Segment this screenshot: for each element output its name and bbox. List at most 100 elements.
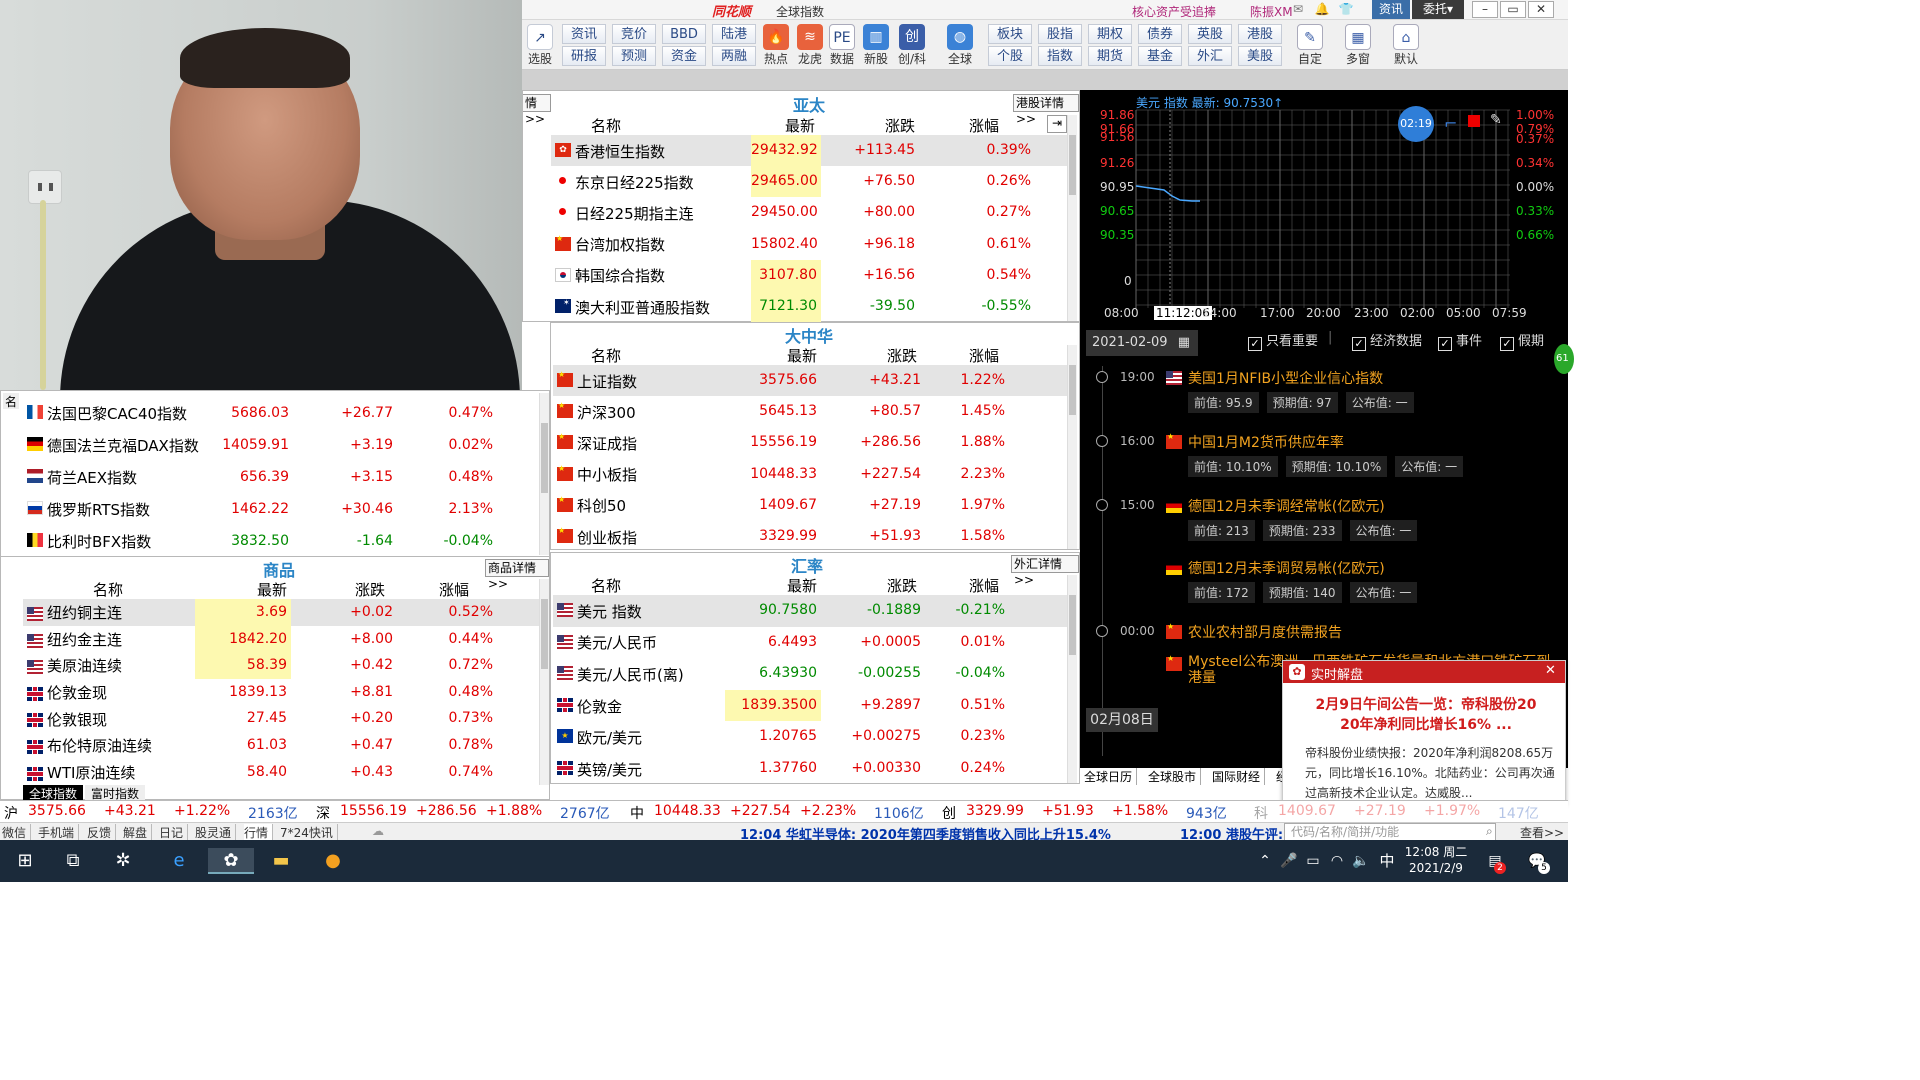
asia-row[interactable]: 东京日经225指数 29465.00 +76.50 0.26% <box>551 166 1067 198</box>
user-name[interactable]: 陈振XM <box>1250 3 1293 20</box>
file-explorer-icon[interactable]: ▬ <box>266 848 296 874</box>
status-item[interactable]: 7*24快讯 <box>280 824 338 841</box>
toolbar-right-2[interactable]: ⌂ 默认 <box>1388 24 1424 68</box>
filter-events[interactable]: ✓ 事件 <box>1438 330 1482 351</box>
asia-row[interactable]: 澳大利亚普通股指数 7121.30 -39.50 -0.55% <box>551 291 1067 323</box>
forex-row[interactable]: 伦敦金 1839.3500 +9.2897 0.51% <box>553 689 1067 722</box>
calendar-date-picker[interactable]: 2021-02-09 ▦ <box>1086 330 1198 356</box>
toolbar-btn-2-top[interactable]: BBD <box>662 24 706 44</box>
popup-headline[interactable]: 2月9日午间公告一览：帝科股份20 20年净利同比增长16% ... <box>1313 695 1539 735</box>
mail-icon[interactable]: ✉ <box>1290 2 1306 16</box>
status-item[interactable]: 行情 <box>244 824 274 841</box>
toolbar-icon-button-1[interactable]: ≋ 龙虎 <box>792 24 828 68</box>
filter-important[interactable]: ✓ 只看重要 <box>1248 330 1318 351</box>
bell-icon[interactable]: 🔔 <box>1314 2 1330 16</box>
toolbar2-btn-2-bot[interactable]: 期货 <box>1088 46 1132 66</box>
europe-row[interactable]: 比利时BFX指数 3832.50 -1.64 -0.04% <box>23 525 539 557</box>
close-button[interactable]: ✕ <box>1528 1 1554 18</box>
toolbar2-btn-5-top[interactable]: 港股 <box>1238 24 1282 44</box>
filter-holidays[interactable]: ✓ 假期 <box>1500 330 1544 351</box>
toolbar2-btn-0-bot[interactable]: 个股 <box>988 46 1032 66</box>
edge-browser-icon[interactable]: e <box>164 848 194 874</box>
toolbar2-btn-2-top[interactable]: 期权 <box>1088 24 1132 44</box>
asia-row[interactable]: 韩国综合指数 3107.80 +16.56 0.54% <box>551 259 1067 291</box>
event-title[interactable]: 中国1月M2货币供应年率 <box>1188 432 1344 452</box>
asia-row[interactable]: ✿ 香港恒生指数 29432.92 +113.45 0.39% <box>551 135 1067 167</box>
shirt-icon[interactable]: 👕 <box>1338 2 1354 16</box>
tab-ftse-index[interactable]: 富时指数 <box>85 785 145 801</box>
commodities-row[interactable]: 伦敦金现 1839.13 +8.81 0.48% <box>23 679 539 706</box>
windows-start-icon[interactable]: ⊞ <box>10 848 40 874</box>
toolbar2-btn-3-bot[interactable]: 基金 <box>1138 46 1182 66</box>
ad-link[interactable]: 核心资产受追捧 <box>1132 3 1216 20</box>
asia-left-more-link[interactable]: 情>> <box>523 94 551 126</box>
forex-row[interactable]: 美元/人民币(离) 6.43930 -0.00255 -0.04% <box>553 658 1067 690</box>
search-input[interactable]: 代码/名称/简拼/功能 <box>1284 823 1496 841</box>
side-badge[interactable]: 61 <box>1554 344 1574 374</box>
clock[interactable]: 12:08 周二 2021/2/9 <box>1404 844 1468 876</box>
tab-global-index[interactable]: 全球指数 <box>23 785 83 801</box>
hk-details-link[interactable]: 港股详情>> <box>1013 94 1079 126</box>
status-item[interactable]: 股灵通 <box>195 824 237 841</box>
ticker-value[interactable]: 10448.33 <box>654 803 721 819</box>
toolbar2-btn-5-bot[interactable]: 美股 <box>1238 46 1282 66</box>
qq-icon[interactable]: ● <box>318 848 348 874</box>
status-item[interactable]: 手机端 <box>38 824 80 841</box>
fx-scrollbar[interactable] <box>1067 575 1077 783</box>
trade-button[interactable]: 委托▾ <box>1412 0 1464 19</box>
minimize-button[interactable]: – <box>1472 1 1498 18</box>
status-item[interactable]: 微信 <box>2 824 32 841</box>
toolbar-btn-2-bot[interactable]: 资金 <box>662 46 706 66</box>
ticker-value[interactable]: 3575.66 <box>28 803 86 819</box>
task-view-icon[interactable]: ⧉ <box>58 848 88 874</box>
toolbar2-btn-1-top[interactable]: 股指 <box>1038 24 1082 44</box>
asia-row[interactable]: 日经225期指主连 29450.00 +80.00 0.27% <box>551 197 1067 228</box>
forex-row[interactable]: 英镑/美元 1.37760 +0.00330 0.24% <box>553 753 1067 785</box>
app-swirl-icon[interactable]: ✲ <box>108 848 138 874</box>
forex-details-link[interactable]: 外汇详情>> <box>1011 555 1079 587</box>
tab-global-calendar[interactable]: 全球日历 <box>1084 768 1138 785</box>
view-link[interactable]: 查看>> <box>1520 824 1564 841</box>
toolbar-btn-0-top[interactable]: 资讯 <box>562 24 606 44</box>
europe-row[interactable]: 荷兰AEX指数 656.39 +3.15 0.48% <box>23 461 539 493</box>
event-title[interactable]: 农业农村部月度供需报告 <box>1188 622 1342 642</box>
greater_china-row[interactable]: 创业板指 3329.99 +51.93 1.58% <box>553 521 1067 552</box>
commodities-row[interactable]: 布伦特原油连续 61.03 +0.47 0.78% <box>23 732 539 759</box>
toolbar2-btn-0-top[interactable]: 板块 <box>988 24 1032 44</box>
toolbar-right-1[interactable]: ▦ 多窗 <box>1340 24 1376 68</box>
greater_china-row[interactable]: 中小板指 10448.33 +227.54 2.23% <box>553 459 1067 490</box>
maximize-button[interactable]: ▭ <box>1500 1 1526 18</box>
toolbar2-btn-4-top[interactable]: 英股 <box>1188 24 1232 44</box>
toolbar-btn-1-bot[interactable]: 预测 <box>612 46 656 66</box>
forex-row[interactable]: 美元/人民币 6.4493 +0.0005 0.01% <box>553 627 1067 659</box>
greater_china-row[interactable]: 沪深300 5645.13 +80.57 1.45% <box>553 396 1067 427</box>
toolbar-btn-3-bot[interactable]: 两融 <box>712 46 756 66</box>
eu-scrollbar[interactable] <box>539 393 549 555</box>
prev-date-label[interactable]: 02月08日 <box>1086 708 1158 732</box>
commodities-details-link[interactable]: 商品详情>> <box>485 559 549 591</box>
toolbar-btn-0-bot[interactable]: 研报 <box>562 46 606 66</box>
status-item[interactable]: 解盘 <box>123 824 153 841</box>
line-tool-icon[interactable]: ⌐ <box>1444 114 1457 133</box>
toolbar-icon-button-0[interactable]: 🔥 热点 <box>758 24 794 68</box>
select-stock-button[interactable]: ↗ 选股 <box>522 24 558 68</box>
expand-icon[interactable]: ⇥ <box>1047 115 1067 133</box>
commodities-row[interactable]: 伦敦银现 27.45 +0.20 0.73% <box>23 705 539 732</box>
popup-close-icon[interactable]: ✕ <box>1545 663 1556 678</box>
commodities-row[interactable]: WTI原油连续 58.40 +0.43 0.74% <box>23 759 539 786</box>
ticker-value[interactable]: 15556.19 <box>340 803 407 819</box>
commodities-row[interactable]: 纽约铜主连 3.69 +0.02 0.52% <box>23 599 539 626</box>
timer-badge[interactable]: 02:19 <box>1398 106 1434 142</box>
greater_china-row[interactable]: 深证成指 15556.19 +286.56 1.88% <box>553 427 1067 458</box>
news-button[interactable]: 资讯 <box>1372 0 1410 19</box>
pen-icon[interactable]: ✎ <box>1490 112 1502 128</box>
commodities-row[interactable]: 纽约金主连 1842.20 +8.00 0.44% <box>23 625 539 653</box>
toolbar-icon-button-3[interactable]: ▥ 新股 <box>858 24 894 68</box>
forex-row[interactable]: ★ 欧元/美元 1.20765 +0.00275 0.23% <box>553 721 1067 753</box>
status-item[interactable]: 日记 <box>159 824 189 841</box>
ticker-value[interactable]: 1409.67 <box>1278 803 1336 819</box>
toolbar-btn-1-top[interactable]: 竞价 <box>612 24 656 44</box>
ticker-value[interactable]: 3329.99 <box>966 803 1024 819</box>
stop-record-icon[interactable] <box>1468 115 1480 127</box>
cm-scrollbar[interactable] <box>539 579 549 785</box>
